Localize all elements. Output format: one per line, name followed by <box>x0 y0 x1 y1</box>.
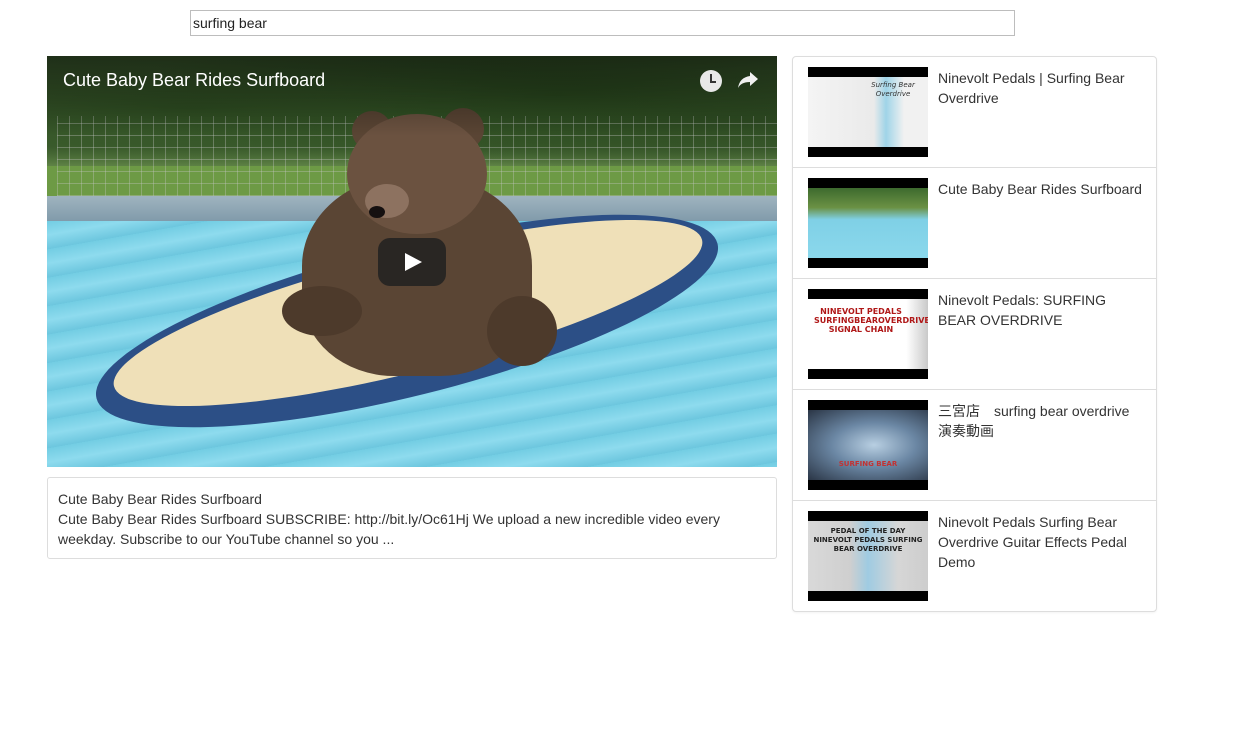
video-title-link[interactable]: Ninevolt Pedals Surfing Bear Overdrive G… <box>938 512 1143 572</box>
video-thumbnail[interactable]: Surfing Bear Overdrive <box>808 67 928 157</box>
description-text: Cute Baby Bear Rides Surfboard SUBSCRIBE… <box>58 511 720 547</box>
clock-icon[interactable] <box>700 70 722 92</box>
share-icon[interactable] <box>736 69 760 91</box>
search-input[interactable] <box>190 10 1015 36</box>
play-button[interactable] <box>378 238 446 286</box>
video-title-link[interactable]: Ninevolt Pedals | Surfing Bear Overdrive <box>938 68 1143 108</box>
video-title-link[interactable]: Ninevolt Pedals: SURFING BEAR OVERDRIVE <box>938 290 1143 330</box>
description-title: Cute Baby Bear Rides Surfboard <box>58 491 262 507</box>
video-thumbnail[interactable]: SURFING BEAR <box>808 400 928 490</box>
video-thumbnail[interactable] <box>808 178 928 268</box>
video-title-link[interactable]: Cute Baby Bear Rides Surfboard <box>938 179 1143 199</box>
list-item[interactable]: NINEVOLT PEDALS SURFINGBEAROVERDRIVE SIG… <box>793 279 1156 390</box>
video-player[interactable]: Cute Baby Bear Rides Surfboard <box>47 56 777 467</box>
list-item[interactable]: Cute Baby Bear Rides Surfboard <box>793 168 1156 279</box>
list-item[interactable]: Surfing Bear Overdrive Ninevolt Pedals |… <box>793 57 1156 168</box>
list-item[interactable]: PEDAL OF THE DAY NINEVOLT PEDALS SURFING… <box>793 501 1156 612</box>
related-video-list: Surfing Bear Overdrive Ninevolt Pedals |… <box>792 56 1157 612</box>
video-title-link[interactable]: 三宮店 surfing bear overdrive 演奏動画 <box>938 401 1143 441</box>
video-thumbnail[interactable]: NINEVOLT PEDALS SURFINGBEAROVERDRIVE SIG… <box>808 289 928 379</box>
list-item[interactable]: SURFING BEAR 三宮店 surfing bear overdrive … <box>793 390 1156 501</box>
video-thumbnail[interactable]: PEDAL OF THE DAY NINEVOLT PEDALS SURFING… <box>808 511 928 601</box>
video-description-card: Cute Baby Bear Rides Surfboard Cute Baby… <box>47 477 777 559</box>
video-title[interactable]: Cute Baby Bear Rides Surfboard <box>63 70 325 91</box>
